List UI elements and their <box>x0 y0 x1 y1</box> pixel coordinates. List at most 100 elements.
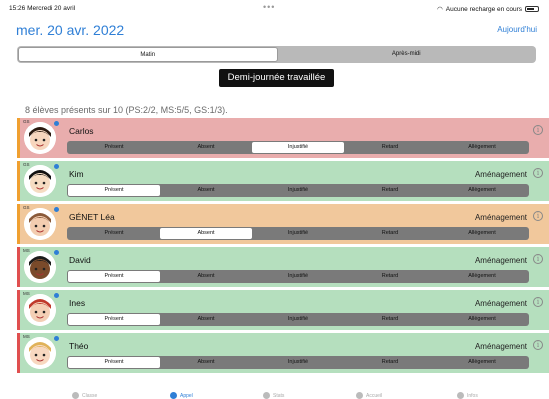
tab-accueil[interactable]: Accueil <box>356 392 382 399</box>
roll-call-icon <box>170 392 177 399</box>
attendance-status-selector[interactable]: Présent Absent Injustifié Retard Allègement <box>67 141 529 154</box>
status-option[interactable]: Absent <box>160 357 252 368</box>
level-color-bar <box>17 161 20 201</box>
avatar <box>24 122 56 154</box>
level-color-bar <box>17 204 20 244</box>
student-row[interactable]: GS GÉNET Léa Aménagement i Présent Absent Inju… <box>17 204 549 244</box>
status-option[interactable]: Retard <box>344 357 436 368</box>
student-row[interactable]: MS Ines Aménagement i Présent Absent Injustifi… <box>17 290 549 330</box>
multitasking-dots-icon[interactable]: ••• <box>263 2 275 12</box>
roll-call-screen: 15:26 Mercredi 20 avril ••• ◠ Aucune rec… <box>0 0 549 399</box>
student-name: Kim <box>69 169 84 179</box>
half-day-badge: Demi-journée travaillée <box>219 69 334 87</box>
tab-infos[interactable]: Infos <box>457 392 478 399</box>
tab-label: Appel <box>180 392 193 399</box>
info-icon[interactable]: i <box>533 168 543 178</box>
stats-icon <box>263 392 270 399</box>
accommodation-label: Aménagement <box>474 170 527 179</box>
level-color-bar <box>17 290 20 330</box>
status-option[interactable]: Absent <box>160 142 252 153</box>
info-icon[interactable]: i <box>533 340 543 350</box>
tab-label: Infos <box>467 392 478 399</box>
tab-morning[interactable]: Matin <box>18 47 278 62</box>
status-option[interactable]: Retard <box>344 314 436 325</box>
status-option[interactable]: Présent <box>68 142 160 153</box>
status-option[interactable]: Présent <box>68 228 160 239</box>
student-row[interactable]: GS Kim Aménagement i Présent Absent Injustifié… <box>17 161 549 201</box>
status-option[interactable]: Présent <box>68 357 160 368</box>
student-name: GÉNET Léa <box>69 212 115 222</box>
status-option[interactable]: Retard <box>344 228 436 239</box>
status-option[interactable]: Retard <box>344 142 436 153</box>
student-row[interactable]: MS Théo Aménagement i Présent Absent Injustifi… <box>17 333 549 373</box>
info-icon[interactable]: i <box>533 297 543 307</box>
student-name: Théo <box>69 341 89 351</box>
status-dot-icon <box>54 164 59 169</box>
student-row[interactable]: GS Carlos i Présent Absent Injustifié Retard Al… <box>17 118 549 158</box>
status-option[interactable]: Allègement <box>436 314 528 325</box>
status-option[interactable]: Injustifié <box>252 271 344 282</box>
status-option[interactable]: Absent <box>160 185 252 196</box>
battery-icon <box>525 6 539 12</box>
grade-label: MS <box>23 334 30 339</box>
student-row[interactable]: MS David Aménagement i Présent Absent Injustif… <box>17 247 549 287</box>
status-option[interactable]: Injustifié <box>252 228 344 239</box>
status-option[interactable]: Absent <box>160 228 252 239</box>
level-color-bar <box>17 247 20 287</box>
info-icon[interactable]: i <box>533 254 543 264</box>
info-icon[interactable]: i <box>533 125 543 135</box>
page-title: mer. 20 avr. 2022 <box>16 22 125 38</box>
attendance-status-selector[interactable]: Présent Absent Injustifié Retard Allègement <box>67 356 529 369</box>
avatar <box>24 208 56 240</box>
student-name: Carlos <box>69 126 94 136</box>
tab-label: Stats <box>273 392 285 399</box>
info-icon <box>457 392 464 399</box>
status-option[interactable]: Allègement <box>436 271 528 282</box>
status-option[interactable]: Injustifié <box>252 357 344 368</box>
status-dot-icon <box>54 336 59 341</box>
status-option[interactable]: Présent <box>68 271 160 282</box>
today-button[interactable]: Aujourd'hui <box>497 25 537 34</box>
level-color-bar <box>17 333 20 373</box>
attendance-summary: 8 élèves présents sur 10 (PS:2/2, MS:5/5… <box>25 105 228 115</box>
status-option[interactable]: Retard <box>344 271 436 282</box>
tab-bar: Classe Appel Stats Accueil Infos <box>0 388 549 399</box>
status-option[interactable]: Allègement <box>436 228 528 239</box>
tab-stats[interactable]: Stats <box>263 392 284 399</box>
period-selector[interactable]: Matin Après-midi <box>17 46 536 63</box>
status-option[interactable]: Injustifié <box>252 142 344 153</box>
status-option[interactable]: Retard <box>344 185 436 196</box>
status-option[interactable]: Allègement <box>436 142 528 153</box>
attendance-status-selector[interactable]: Présent Absent Injustifié Retard Allègement <box>67 313 529 326</box>
status-option[interactable]: Présent <box>68 185 160 196</box>
accommodation-label: Aménagement <box>474 256 527 265</box>
attendance-status-selector[interactable]: Présent Absent Injustifié Retard Allègement <box>67 270 529 283</box>
attendance-status-selector[interactable]: Présent Absent Injustifié Retard Allègement <box>67 227 529 240</box>
accommodation-label: Aménagement <box>474 213 527 222</box>
home-icon <box>356 392 363 399</box>
avatar <box>24 337 56 369</box>
grade-label: MS <box>23 291 30 296</box>
status-option[interactable]: Injustifié <box>252 185 344 196</box>
attendance-status-selector[interactable]: Présent Absent Injustifié Retard Allègement <box>67 184 529 197</box>
wifi-icon: ◠ <box>437 6 443 13</box>
tab-label: Accueil <box>366 392 383 399</box>
tab-afternoon[interactable]: Après-midi <box>278 47 536 62</box>
tab-appel[interactable]: Appel <box>170 392 193 399</box>
status-option[interactable]: Allègement <box>436 185 528 196</box>
level-color-bar <box>17 118 20 158</box>
status-option[interactable]: Absent <box>160 314 252 325</box>
tab-classe[interactable]: Classe <box>72 392 97 399</box>
status-option[interactable]: Absent <box>160 271 252 282</box>
accommodation-label: Aménagement <box>474 299 527 308</box>
accommodation-label: Aménagement <box>474 342 527 351</box>
status-option[interactable]: Injustifié <box>252 314 344 325</box>
status-option[interactable]: Allègement <box>436 357 528 368</box>
grade-label: MS <box>23 248 30 253</box>
student-name: David <box>69 255 91 265</box>
status-option[interactable]: Présent <box>68 314 160 325</box>
info-icon[interactable]: i <box>533 211 543 221</box>
status-dot-icon <box>54 293 59 298</box>
status-dot-icon <box>54 121 59 126</box>
status-time: 15:26 Mercredi 20 avril <box>9 5 76 12</box>
